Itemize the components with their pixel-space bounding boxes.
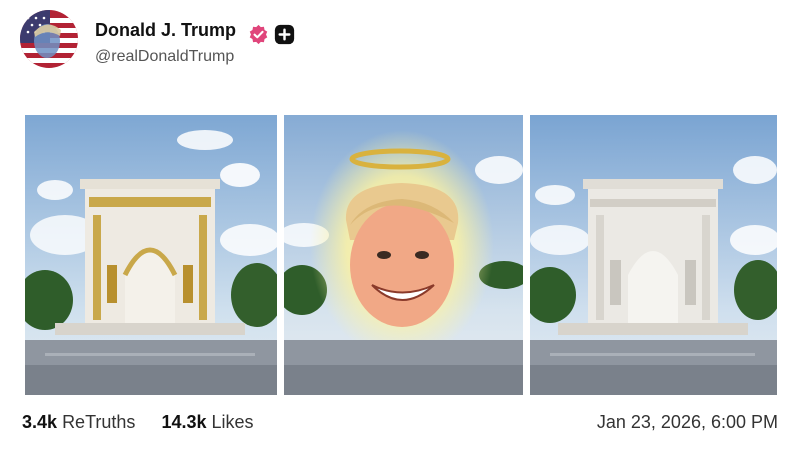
- verified-badge-icon: [249, 24, 268, 45]
- likes-count[interactable]: 14.3k: [161, 412, 206, 432]
- avatar-image: [20, 10, 78, 68]
- author-handle[interactable]: @realDonaldTrump: [95, 48, 234, 66]
- likes-label[interactable]: Likes: [212, 412, 254, 432]
- avatar[interactable]: [20, 10, 78, 68]
- retruths-count[interactable]: 3.4k: [22, 412, 57, 432]
- post-header: Donald J. Trump @realDonaldTrump: [20, 10, 780, 70]
- retruths-label[interactable]: ReTruths: [62, 412, 135, 432]
- media-gallery: [25, 115, 777, 395]
- white-arch-image[interactable]: [530, 115, 777, 395]
- plus-badge-icon: [274, 24, 295, 45]
- post-timestamp[interactable]: Jan 23, 2026, 6:00 PM: [597, 412, 778, 433]
- gilded-arch-image[interactable]: [25, 115, 277, 395]
- engagement-stats: 3.4k ReTruths 14.3k Likes: [22, 412, 254, 433]
- author-name[interactable]: Donald J. Trump: [95, 20, 236, 41]
- halo-portrait-image[interactable]: [284, 115, 523, 395]
